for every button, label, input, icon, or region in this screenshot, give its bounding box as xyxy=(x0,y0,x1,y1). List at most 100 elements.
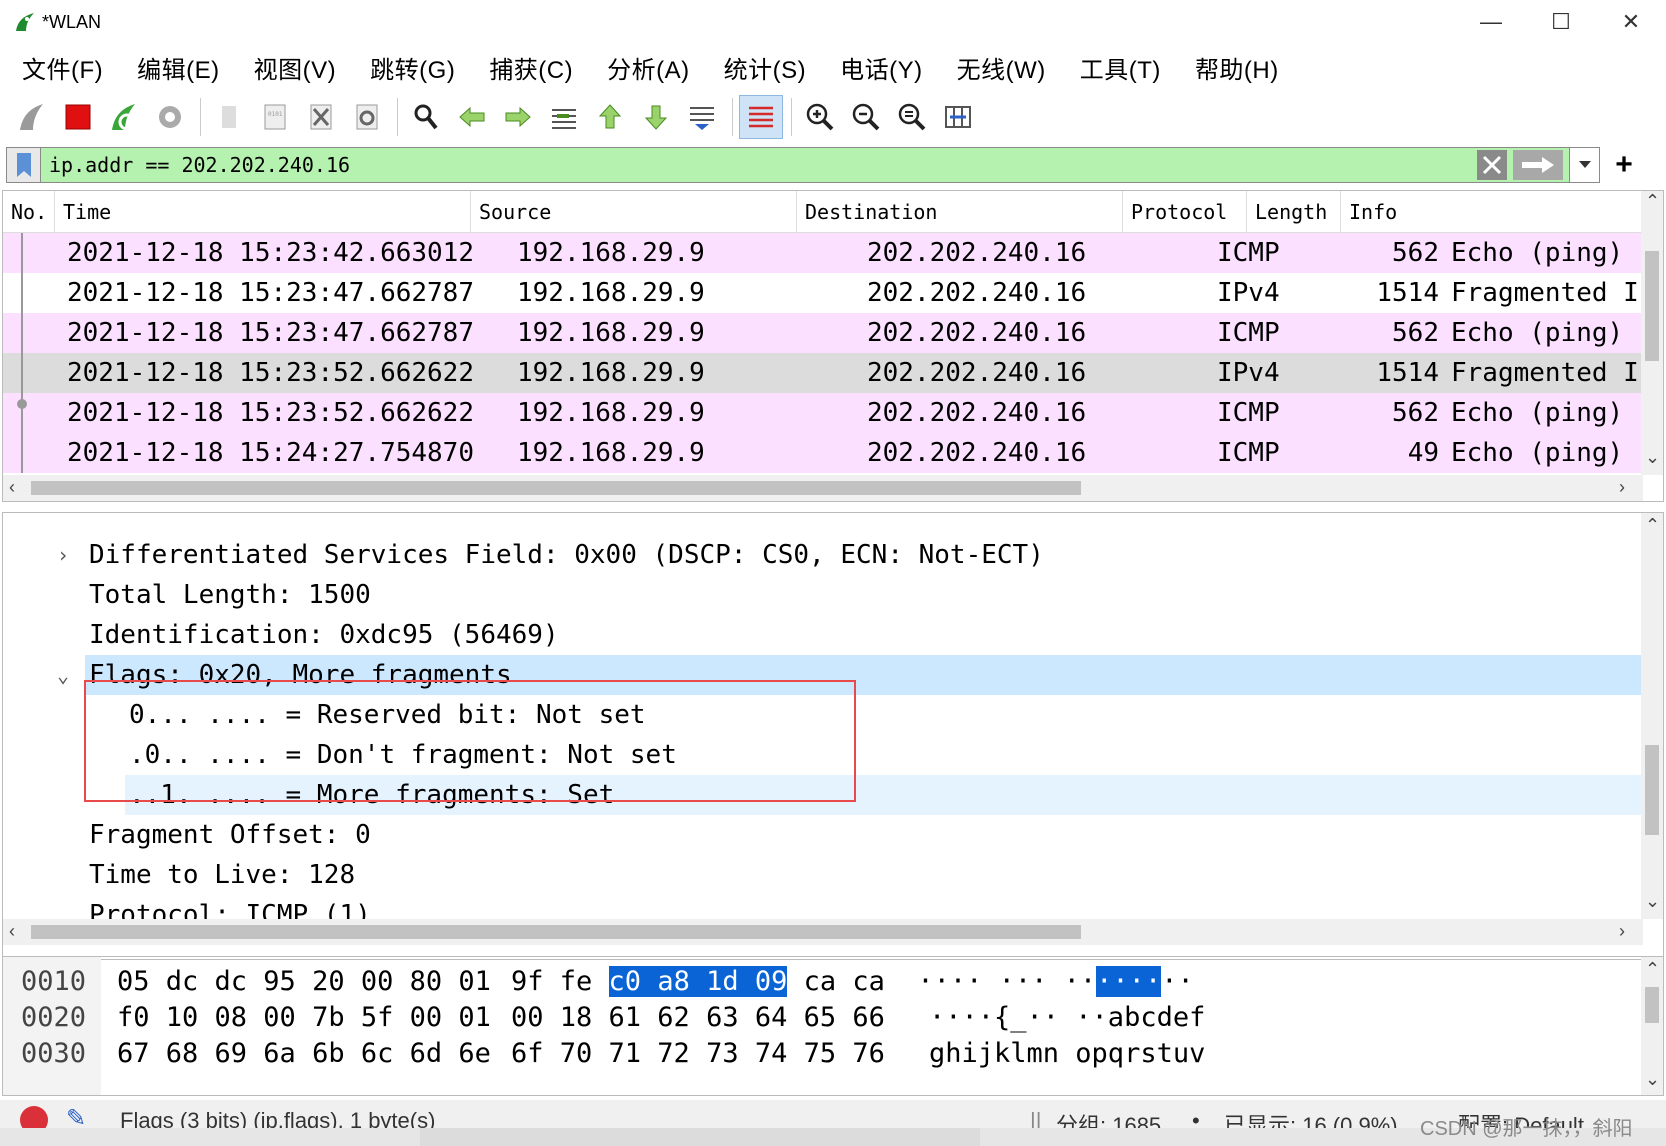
go-to-packet-icon[interactable] xyxy=(542,95,586,139)
column-header-info[interactable]: Info xyxy=(1341,191,1561,233)
table-row[interactable]: 2021-12-18 15:23:52.662622 192.168.29.9 20… xyxy=(3,393,1643,433)
scroll-thumb[interactable] xyxy=(1645,251,1659,361)
menu-capture[interactable]: 捕获(C) xyxy=(475,50,587,85)
filter-bookmark-icon[interactable] xyxy=(7,148,41,182)
detail-text: .0.. .... = Don't fragment: Not set xyxy=(129,740,677,770)
bytes-row[interactable]: 0030 67 68 69 6a 6b 6c 6d 6e 6f 70 71 72… xyxy=(3,1035,1205,1071)
colorize-icon[interactable] xyxy=(739,95,783,139)
table-row[interactable]: 2021-12-18 15:24:27.754870 192.168.29.9 20… xyxy=(3,433,1643,473)
go-last-icon[interactable] xyxy=(634,95,678,139)
detail-line-expander[interactable]: ⌄ xyxy=(3,655,85,695)
chevron-up-icon[interactable]: ⌃ xyxy=(1645,515,1660,536)
resize-columns-icon[interactable] xyxy=(936,95,980,139)
scroll-thumb[interactable] xyxy=(1645,987,1659,1023)
go-forward-icon[interactable] xyxy=(496,95,540,139)
details-hscroll[interactable]: ‹ › xyxy=(3,919,1643,945)
add-filter-button[interactable]: + xyxy=(1606,147,1642,183)
zoom-normal-icon[interactable] xyxy=(890,95,934,139)
detail-line[interactable]: Total Length: 1500 xyxy=(3,575,1643,615)
menu-help[interactable]: 帮助(H) xyxy=(1181,50,1293,85)
column-header-no[interactable]: No. xyxy=(3,191,55,233)
details-vscroll[interactable]: ⌃ ⌄ xyxy=(1641,513,1663,919)
chevron-right-icon[interactable]: › xyxy=(1619,921,1625,942)
column-header-time[interactable]: Time xyxy=(55,191,471,233)
detail-line-selected[interactable]: Flags: 0x20, More fragments xyxy=(85,655,1643,695)
stop-capture-icon[interactable] xyxy=(56,95,100,139)
chevron-right-icon[interactable]: › xyxy=(1619,477,1625,498)
detail-line[interactable]: Identification: 0xdc95 (56469) xyxy=(3,615,1643,655)
maximize-button[interactable]: ☐ xyxy=(1526,0,1596,44)
window-title: *WLAN xyxy=(42,11,102,32)
detail-line[interactable]: › Differentiated Services Field: 0x00 (DS… xyxy=(3,535,1643,575)
bytes-vscroll[interactable]: ⌃ ⌄ xyxy=(1641,957,1663,1095)
close-button[interactable]: ✕ xyxy=(1596,0,1666,44)
menu-go[interactable]: 跳转(G) xyxy=(356,50,469,85)
menu-tools[interactable]: 工具(T) xyxy=(1066,50,1175,85)
chevron-down-icon[interactable]: ⌄ xyxy=(1645,1069,1660,1090)
go-back-icon[interactable] xyxy=(450,95,494,139)
chevron-up-icon[interactable]: ⌃ xyxy=(1645,191,1660,212)
minimize-button[interactable]: — xyxy=(1456,0,1526,44)
bytes-row[interactable]: 0010 05 dc dc 95 20 00 80 01 9f fe c0 a8… xyxy=(3,963,1194,999)
chevron-up-icon[interactable]: ⌃ xyxy=(1645,959,1660,980)
scroll-thumb[interactable] xyxy=(1645,745,1659,835)
table-row[interactable]: 2021-12-18 15:23:52.662622 192.168.29.9 20… xyxy=(3,353,1643,393)
reload-file-icon[interactable] xyxy=(345,95,389,139)
toolbar-separator xyxy=(397,98,398,136)
shark-fin-start-icon[interactable] xyxy=(10,95,54,139)
detail-text: Total Length: 1500 xyxy=(89,580,371,610)
detail-line[interactable]: .0.. .... = Don't fragment: Not set xyxy=(3,735,1643,775)
scroll-thumb[interactable] xyxy=(31,925,1081,939)
detail-line-highlighted[interactable]: ..1. .... = More fragments: Set xyxy=(125,775,1643,815)
menu-view[interactable]: 视图(V) xyxy=(240,50,351,85)
zoom-out-icon[interactable] xyxy=(844,95,888,139)
packet-list-vscroll[interactable]: ⌃ ⌄ xyxy=(1641,191,1663,475)
chevron-down-icon[interactable]: ⌄ xyxy=(1645,447,1660,468)
menu-edit[interactable]: 编辑(E) xyxy=(123,50,234,85)
menu-telephony[interactable]: 电话(Y) xyxy=(826,50,937,85)
menu-statistics[interactable]: 统计(S) xyxy=(710,50,821,85)
clear-filter-icon[interactable] xyxy=(1477,150,1507,180)
apply-filter-icon[interactable] xyxy=(1513,150,1563,180)
menu-file[interactable]: 文件(F) xyxy=(8,50,117,85)
taskbar-apps xyxy=(420,1128,980,1146)
scroll-thumb[interactable] xyxy=(31,481,1081,495)
detail-line[interactable]: Fragment Offset: 0 xyxy=(3,815,1643,855)
detail-line[interactable]: 0... .... = Reserved bit: Not set xyxy=(3,695,1643,735)
open-file-icon[interactable] xyxy=(207,95,251,139)
packet-list-hscroll[interactable]: ‹ › xyxy=(3,475,1643,501)
chevron-left-icon[interactable]: ‹ xyxy=(9,477,15,498)
expand-icon[interactable]: › xyxy=(51,543,75,567)
auto-scroll-icon[interactable] xyxy=(680,95,724,139)
menu-analyze[interactable]: 分析(A) xyxy=(593,50,704,85)
packet-destination: 202.202.240.16 xyxy=(867,398,1087,428)
detail-line[interactable]: Time to Live: 128 xyxy=(3,855,1643,895)
save-file-icon[interactable]: 0101 xyxy=(253,95,297,139)
column-header-source[interactable]: Source xyxy=(471,191,797,233)
find-packet-icon[interactable] xyxy=(404,95,448,139)
column-header-destination[interactable]: Destination xyxy=(797,191,1123,233)
packet-list: No. Time Source Destination Protocol Len… xyxy=(2,190,1664,502)
table-row[interactable]: 2021-12-18 15:23:42.663012 192.168.29.9 20… xyxy=(3,233,1643,273)
packet-destination: 202.202.240.16 xyxy=(867,358,1087,388)
filter-history-dropdown[interactable] xyxy=(1569,148,1599,182)
close-file-icon[interactable] xyxy=(299,95,343,139)
bytes-ascii: ····{_·· ··abcdef xyxy=(929,1001,1206,1033)
capture-options-icon[interactable] xyxy=(148,95,192,139)
column-header-protocol[interactable]: Protocol xyxy=(1123,191,1247,233)
bytes-ascii: ghijklmn opqrstuv xyxy=(929,1037,1206,1069)
zoom-in-icon[interactable] xyxy=(798,95,842,139)
table-row[interactable]: 2021-12-18 15:23:47.662787 192.168.29.9 20… xyxy=(3,313,1643,353)
display-filter-input[interactable] xyxy=(41,148,1477,182)
chevron-down-icon[interactable]: ⌄ xyxy=(1645,891,1660,912)
bytes-hex-a: f0 10 08 00 7b 5f 00 01 xyxy=(117,1001,491,1033)
collapse-icon[interactable]: ⌄ xyxy=(51,663,75,687)
chevron-left-icon[interactable]: ‹ xyxy=(9,921,15,942)
restart-capture-icon[interactable] xyxy=(102,95,146,139)
menu-wireless[interactable]: 无线(W) xyxy=(943,50,1060,85)
bytes-row[interactable]: 0020 f0 10 08 00 7b 5f 00 01 00 18 61 62… xyxy=(3,999,1205,1035)
table-row[interactable]: 2021-12-18 15:23:47.662787 192.168.29.9 20… xyxy=(3,273,1643,313)
packet-source: 192.168.29.9 xyxy=(517,278,705,308)
go-first-icon[interactable] xyxy=(588,95,632,139)
column-header-length[interactable]: Length xyxy=(1247,191,1341,233)
